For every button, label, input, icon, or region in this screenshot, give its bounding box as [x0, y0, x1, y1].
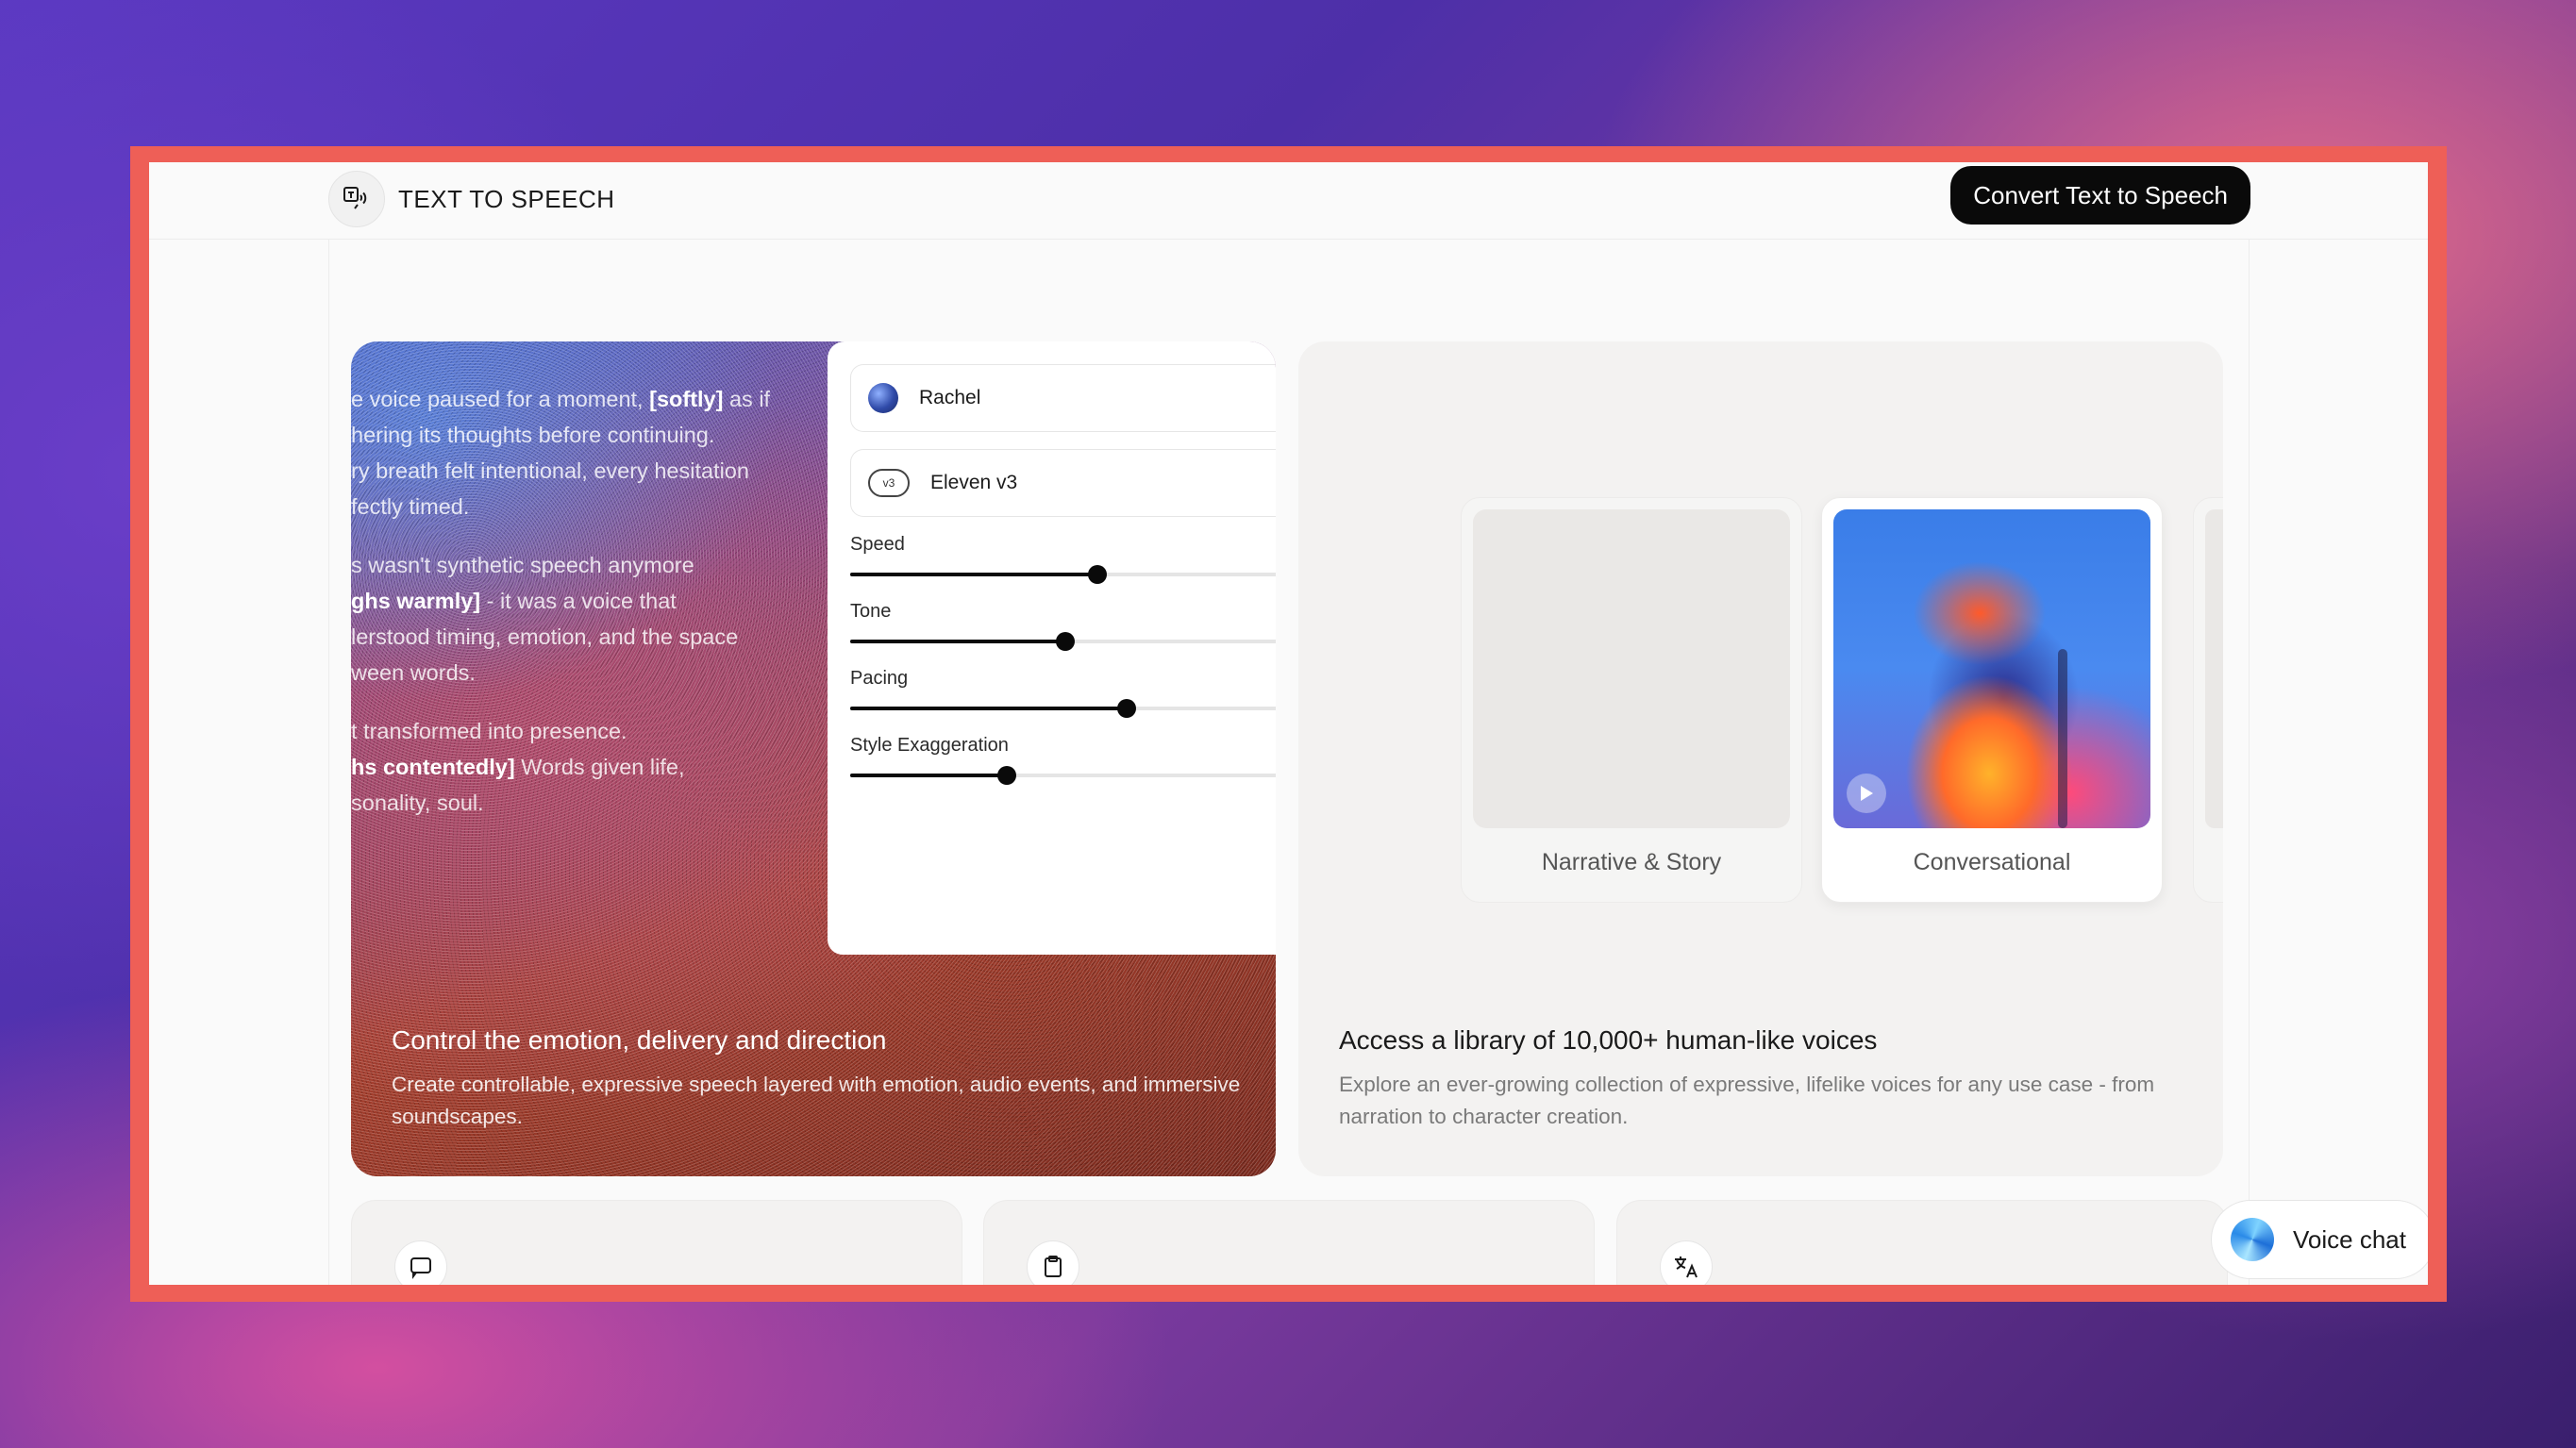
- story-tag: [softly]: [649, 387, 724, 411]
- story-text-line: ween words.: [351, 660, 476, 685]
- slider-label: Pacing: [850, 668, 909, 689]
- slider-track[interactable]: [850, 699, 1276, 718]
- voice-orb-icon: [2231, 1218, 2274, 1261]
- emotion-control-card[interactable]: e voice paused for a moment, [softly] as…: [351, 341, 1276, 1176]
- layout-guide: [2249, 240, 2250, 1285]
- voice-select[interactable]: Rachel: [850, 364, 1276, 432]
- voice-tile-label: Narrative & Story: [1541, 849, 1722, 875]
- story-paragraph: e voice paused for a moment, [softly] as…: [351, 381, 813, 524]
- voice-chat-button[interactable]: Voice chat: [2211, 1200, 2428, 1279]
- slider-track[interactable]: [850, 565, 1276, 584]
- page-window: TEXT TO SPEECH Convert Text to Speech e …: [149, 162, 2428, 1285]
- voice-thumbnail: [2205, 509, 2223, 828]
- voice-tile-label: Conversational: [1913, 849, 2071, 875]
- voice-tile-partial[interactable]: [2193, 497, 2223, 903]
- voice-tile-conversational[interactable]: Conversational: [1821, 497, 2163, 903]
- story-text-line: ry breath felt intentional, every hesita…: [351, 458, 749, 483]
- story-text-line: lerstood timing, emotion, and the space: [351, 624, 739, 649]
- voice-settings-panel: Rachel v3 Eleven v3 Speed Tone Pacing St…: [828, 341, 1276, 955]
- model-select[interactable]: v3 Eleven v3: [850, 449, 1276, 517]
- voice-select-value: Rachel: [919, 387, 981, 408]
- card-description: Create controllable, expressive speech l…: [392, 1073, 1241, 1128]
- slider-label: Tone: [850, 601, 892, 622]
- story-text-line: - it was a voice that: [480, 589, 677, 613]
- card-caption: Control the emotion, delivery and direct…: [392, 1025, 1241, 1133]
- story-paragraph: t transformed into presence. hs contente…: [351, 713, 813, 821]
- page-title: TEXT TO SPEECH: [398, 184, 615, 213]
- voice-chat-label: Voice chat: [2293, 1224, 2406, 1254]
- slider-fill: [850, 707, 1128, 710]
- story-text-line: e voice paused for a moment,: [351, 387, 650, 411]
- story-text-line: t transformed into presence.: [351, 719, 627, 743]
- slider-fill: [850, 774, 1007, 777]
- voice-avatar-icon: [868, 383, 898, 413]
- story-text-line: hering its thoughts before continuing.: [351, 423, 715, 447]
- layout-guide: [328, 240, 329, 1285]
- feature-tile[interactable]: [1616, 1200, 2228, 1285]
- speed-slider[interactable]: Speed: [850, 534, 1276, 584]
- microphone-shape: [2058, 649, 2067, 828]
- voice-thumbnail: [1473, 509, 1790, 828]
- slider-thumb[interactable]: [996, 766, 1016, 785]
- pacing-slider[interactable]: Pacing: [850, 668, 1276, 718]
- voice-library-card[interactable]: Narrative & Story Conversational Access …: [1298, 341, 2223, 1176]
- slider-track[interactable]: [850, 766, 1276, 785]
- translate-icon: [1660, 1240, 1713, 1285]
- story-text-line: s wasn't synthetic speech anymore: [351, 553, 694, 577]
- clipboard-icon: [1027, 1240, 1079, 1285]
- card-caption: Access a library of 10,000+ human-like v…: [1339, 1025, 2188, 1133]
- card-description: Explore an ever-growing collection of ex…: [1339, 1073, 2155, 1128]
- convert-text-to-speech-button[interactable]: Convert Text to Speech: [1950, 166, 2250, 225]
- play-icon[interactable]: [1847, 774, 1886, 813]
- chat-bubble-icon: [394, 1240, 447, 1285]
- slider-thumb[interactable]: [1087, 565, 1107, 584]
- slider-thumb[interactable]: [1117, 699, 1137, 718]
- slider-fill: [850, 640, 1065, 643]
- highlight-frame: TEXT TO SPEECH Convert Text to Speech e …: [130, 146, 2447, 1302]
- slider-label: Speed: [850, 534, 905, 555]
- story-paragraph: s wasn't synthetic speech anymore ghs wa…: [351, 547, 813, 691]
- story-text-line: sonality, soul.: [351, 791, 484, 815]
- story-text-line: as if: [723, 387, 771, 411]
- text-to-speech-icon: [328, 171, 385, 227]
- card-title: Control the emotion, delivery and direct…: [392, 1025, 887, 1055]
- story-tag: hs contentedly]: [351, 755, 515, 779]
- story-tag: ghs warmly]: [351, 589, 481, 613]
- slider-track[interactable]: [850, 632, 1276, 651]
- slider-thumb[interactable]: [1055, 632, 1075, 651]
- feature-tile[interactable]: [351, 1200, 962, 1285]
- tone-slider[interactable]: Tone: [850, 601, 1276, 651]
- card-title: Access a library of 10,000+ human-like v…: [1339, 1025, 1878, 1055]
- model-badge: v3: [868, 469, 910, 497]
- brand: TEXT TO SPEECH: [328, 171, 615, 227]
- feature-tile[interactable]: [983, 1200, 1595, 1285]
- header: TEXT TO SPEECH Convert Text to Speech: [149, 162, 2428, 240]
- model-select-value: Eleven v3: [930, 472, 1018, 493]
- voice-tile-narrative[interactable]: Narrative & Story: [1461, 497, 1802, 903]
- style-exaggeration-slider[interactable]: Style Exaggeration: [850, 735, 1276, 785]
- story-text-line: fectly timed.: [351, 494, 470, 519]
- slider-fill: [850, 573, 1097, 576]
- story-text-line: Words given life,: [514, 755, 685, 779]
- slider-label: Style Exaggeration: [850, 735, 1009, 756]
- story-text: e voice paused for a moment, [softly] as…: [351, 381, 813, 843]
- voice-thumbnail: [1833, 509, 2150, 828]
